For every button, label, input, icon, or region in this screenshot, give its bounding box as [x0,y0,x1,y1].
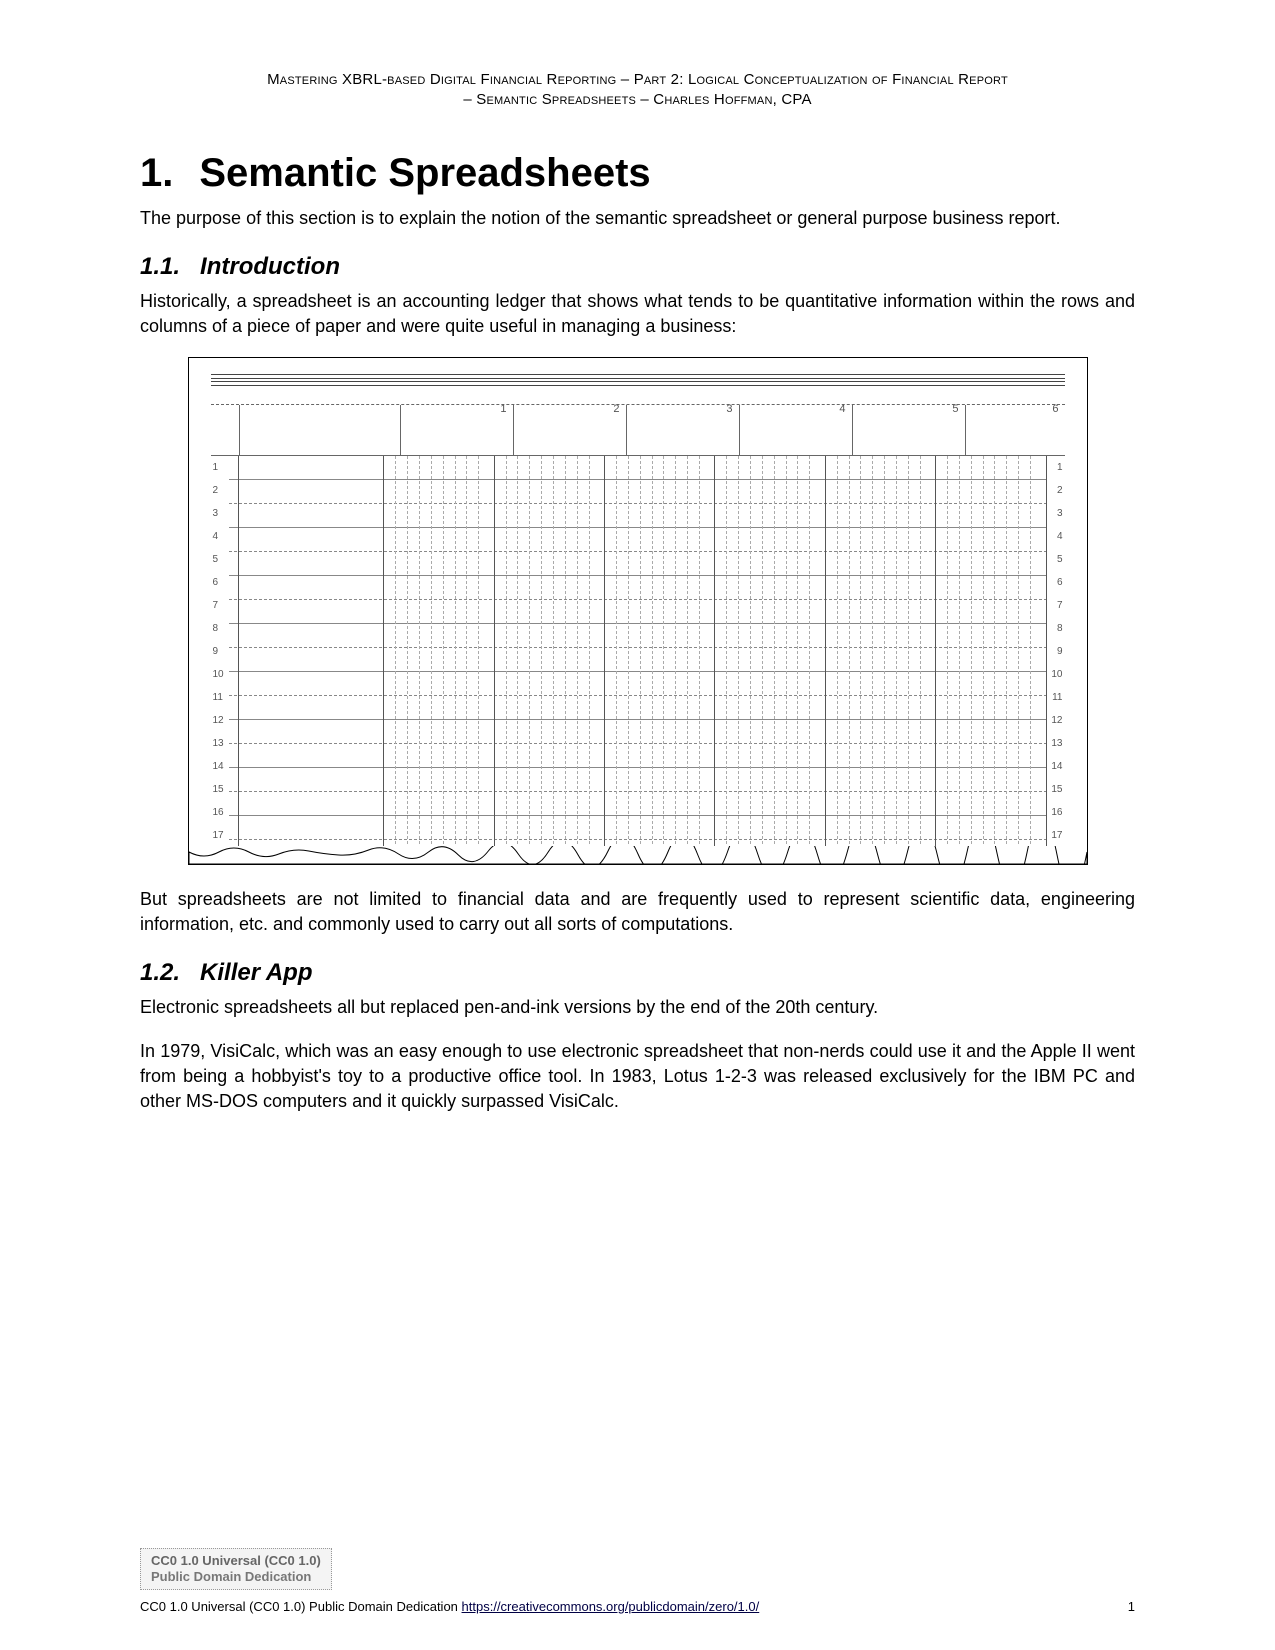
ledger-row-num: 16 [211,801,229,824]
ledger-row-num: 6 [211,571,229,594]
ledger-row [229,600,1047,624]
ledger-row [229,720,1047,744]
ledger-row-num: 13 [1047,732,1065,755]
ledger-row [229,624,1047,648]
page-footer: CC0 1.0 Universal (CC0 1.0) Public Domai… [140,1599,1135,1614]
ledger-row [229,648,1047,672]
ledger-row-num: 5 [211,548,229,571]
ledger-row [229,768,1047,792]
ledger-row-num: 1 [211,456,229,479]
subsection-2-title: Killer App [200,959,312,986]
ledger-row-num: 13 [211,732,229,755]
license-line-2: Public Domain Dedication [151,1569,321,1585]
subsection-2-p1: Electronic spreadsheets all but replaced… [140,995,1135,1020]
ledger-row-num: 3 [211,502,229,525]
page-number: 1 [1128,1599,1135,1614]
section-number: 1. [140,151,173,195]
subsection-1-p1: Historically, a spreadsheet is an accoun… [140,289,1135,339]
subsection-2-p2: In 1979, VisiCalc, which was an easy eno… [140,1039,1135,1115]
ledger-row [229,816,1047,840]
ledger-row-num: 8 [211,617,229,640]
ledger-figure: 1 2 3 4 5 6 1234567891011121314151617 12… [188,357,1088,865]
ledger-row-num: 3 [1047,502,1065,525]
ledger-row-num: 11 [211,686,229,709]
ledger-row [229,744,1047,768]
ledger-row-num: 11 [1047,686,1065,709]
ledger-col-num: 3 [726,403,732,415]
footer-text: CC0 1.0 Universal (CC0 1.0) Public Domai… [140,1599,759,1614]
ledger-row [229,672,1047,696]
ledger-row-numbers-right: 1234567891011121314151617 [1047,456,1065,864]
ledger-row-num: 14 [1047,755,1065,778]
ledger-row-num: 15 [211,778,229,801]
ledger-row [229,480,1047,504]
ledger-row-num: 4 [211,525,229,548]
ledger-row-num: 4 [1047,525,1065,548]
section-heading: 1. Semantic Spreadsheets [140,151,1135,196]
ledger-row-num: 12 [1047,709,1065,732]
subsection-1-heading: 1.1. Introduction [140,253,1135,281]
subsection-1-title: Introduction [200,253,340,280]
ledger-row [229,792,1047,816]
header-line-2: – Semantic Spreadsheets – Charles Hoffma… [463,91,811,108]
ledger-column-header: 1 2 3 4 5 6 [211,404,1065,456]
ledger-row-num: 12 [211,709,229,732]
ledger-row [229,576,1047,600]
ledger-row-num: 16 [1047,801,1065,824]
section-title: Semantic Spreadsheets [199,151,650,195]
subsection-1-p2: But spreadsheets are not limited to fina… [140,887,1135,937]
ledger-row [229,504,1047,528]
ledger-row-num: 8 [1047,617,1065,640]
running-header: Mastering XBRL-based Digital Financial R… [140,70,1135,111]
ledger-row-num: 10 [211,663,229,686]
ledger-col-num: 1 [500,403,506,415]
ledger-row [229,552,1047,576]
ledger-row-num: 5 [1047,548,1065,571]
ledger-row [229,696,1047,720]
license-line-1: CC0 1.0 Universal (CC0 1.0) [151,1553,321,1569]
header-line-1: Mastering XBRL-based Digital Financial R… [267,71,1008,88]
ledger-torn-edge [189,846,1087,864]
ledger-row-num: 17 [211,824,229,847]
page: Mastering XBRL-based Digital Financial R… [0,0,1275,1650]
footer-link[interactable]: https://creativecommons.org/publicdomain… [462,1599,760,1614]
subsection-1-number: 1.1. [140,253,180,280]
section-intro: The purpose of this section is to explai… [140,206,1135,231]
ledger-row-num: 1 [1047,456,1065,479]
ledger-row-num: 15 [1047,778,1065,801]
subsection-2-number: 1.2. [140,959,180,986]
ledger-row-num: 7 [1047,594,1065,617]
ledger-col-num: 2 [613,403,619,415]
ledger-row-num: 7 [211,594,229,617]
subsection-2-heading: 1.2. Killer App [140,959,1135,987]
license-box: CC0 1.0 Universal (CC0 1.0) Public Domai… [140,1548,332,1591]
ledger-row [229,456,1047,480]
ledger-row-num: 14 [211,755,229,778]
ledger-row-num: 2 [211,479,229,502]
ledger-row-num: 9 [1047,640,1065,663]
ledger-row-num: 9 [211,640,229,663]
ledger-row-num: 6 [1047,571,1065,594]
ledger-col-num: 4 [839,403,845,415]
ledger-row-num: 17 [1047,824,1065,847]
ledger-rows [229,456,1047,864]
ledger-row-num: 10 [1047,663,1065,686]
ledger-col-num: 5 [952,403,958,415]
ledger-row-num: 2 [1047,479,1065,502]
ledger-row [229,528,1047,552]
ledger-row-numbers-left: 1234567891011121314151617 [211,456,229,864]
ledger-col-num: 6 [1052,403,1058,415]
